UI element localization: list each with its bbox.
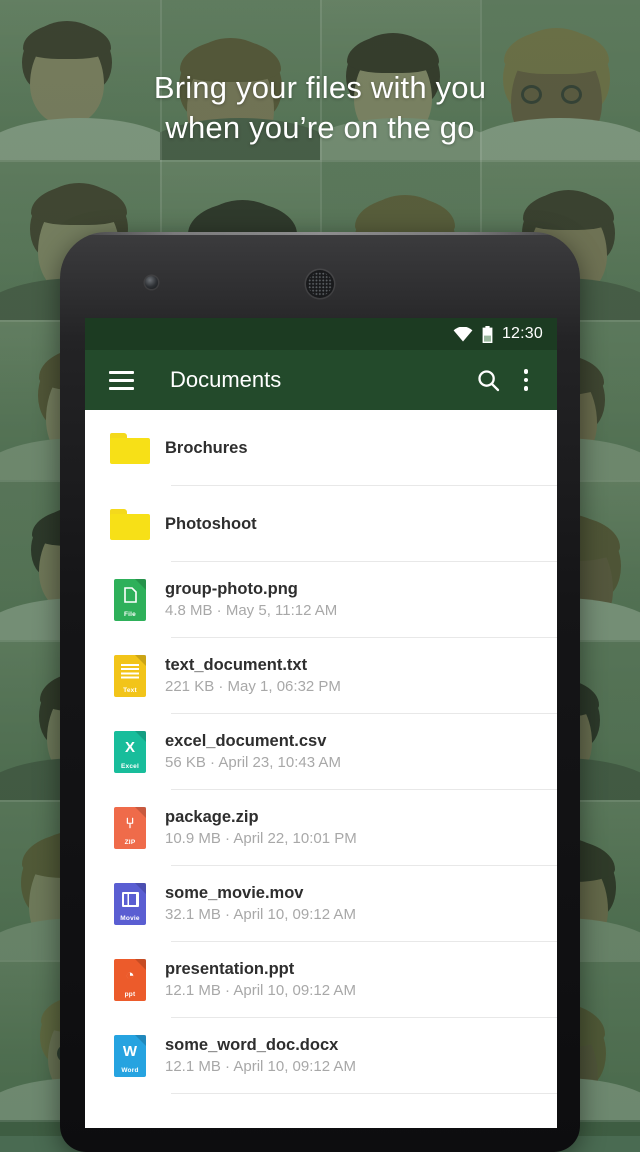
battery-icon	[482, 326, 493, 343]
file-meta: 4.8 MB · May 5, 11:12 AM	[165, 601, 337, 621]
file-row[interactable]: X Excel excel_document.csv56 KB · April 23…	[85, 714, 557, 790]
file-info: presentation.ppt12.1 MB · April 10, 09:1…	[165, 959, 356, 1001]
file-meta: 10.9 MB · April 22, 10:01 PM	[165, 829, 357, 849]
file-type-tag: ZIP	[114, 839, 146, 846]
file-type-tag: Text	[114, 687, 146, 694]
file-info: group-photo.png4.8 MB · May 5, 11:12 AM	[165, 579, 337, 621]
folder-name: Photoshoot	[165, 515, 257, 534]
file-name: presentation.ppt	[165, 959, 356, 980]
file-type-glyph: W	[114, 1043, 146, 1060]
file-list[interactable]: Brochures Photoshoot File group-photo.png4.…	[85, 410, 557, 1128]
file-meta: 221 KB · May 1, 06:32 PM	[165, 677, 341, 697]
file-meta: 32.1 MB · April 10, 09:12 AM	[165, 905, 356, 925]
folder-row[interactable]: Brochures	[85, 410, 557, 486]
row-icon-wrapper: X Excel	[107, 731, 153, 773]
file-name: excel_document.csv	[165, 731, 341, 752]
file-icon-ppt: ◔ ppt	[114, 959, 146, 1001]
file-type-tag: ppt	[114, 991, 146, 998]
file-icon-excel: X Excel	[114, 731, 146, 773]
grid-seam-horizontal	[0, 160, 640, 162]
file-type-tag: Word	[114, 1067, 146, 1074]
row-icon-wrapper: Text	[107, 655, 153, 697]
file-meta: 12.1 MB · April 10, 09:12 AM	[165, 981, 356, 1001]
search-icon[interactable]	[467, 359, 509, 401]
headline-line-1: Bring your files with you	[0, 68, 640, 108]
file-icon-word: W Word	[114, 1035, 146, 1077]
row-icon-wrapper: Movie	[107, 883, 153, 925]
row-icon-wrapper	[107, 433, 153, 464]
file-row[interactable]: ◔ ppt presentation.ppt12.1 MB · April 10, …	[85, 942, 557, 1018]
file-type-tag: Excel	[114, 763, 146, 770]
file-type-glyph: ⑂	[114, 815, 146, 832]
file-row[interactable]: File group-photo.png4.8 MB · May 5, 11:12…	[85, 562, 557, 638]
file-type-tag: Movie	[114, 915, 146, 922]
page-title: Documents	[170, 367, 467, 393]
file-name: some_word_doc.docx	[165, 1035, 356, 1056]
row-icon-wrapper: ⑂ ZIP	[107, 807, 153, 849]
status-bar: 12:30	[85, 318, 557, 350]
file-info: text_document.txt221 KB · May 1, 06:32 P…	[165, 655, 341, 697]
front-camera-icon	[145, 276, 158, 289]
file-icon-movie: Movie	[114, 883, 146, 925]
earpiece-speaker-icon	[306, 270, 334, 298]
file-row[interactable]: Movie some_movie.mov32.1 MB · April 10, 0…	[85, 866, 557, 942]
hamburger-menu-icon[interactable]	[101, 360, 141, 400]
file-meta: 12.1 MB · April 10, 09:12 AM	[165, 1057, 356, 1077]
file-name: group-photo.png	[165, 579, 337, 600]
file-row[interactable]: W Word some_word_doc.docx12.1 MB · April 1…	[85, 1018, 557, 1094]
file-type-glyph: X	[114, 739, 146, 756]
folder-icon	[110, 509, 150, 540]
file-name: text_document.txt	[165, 655, 341, 676]
headline-line-2: when you’re on the go	[0, 108, 640, 148]
file-info: some_word_doc.docx12.1 MB · April 10, 09…	[165, 1035, 356, 1077]
phone-screen: 12:30 Documents Brochures Photoshoot File g…	[85, 318, 557, 1128]
file-info: package.zip10.9 MB · April 22, 10:01 PM	[165, 807, 357, 849]
file-info: some_movie.mov32.1 MB · April 10, 09:12 …	[165, 883, 356, 925]
folder-icon	[110, 433, 150, 464]
row-icon-wrapper: File	[107, 579, 153, 621]
folder-row[interactable]: Photoshoot	[85, 486, 557, 562]
file-row[interactable]: ⑂ ZIP package.zip10.9 MB · April 22, 10:01…	[85, 790, 557, 866]
file-icon-text: Text	[114, 655, 146, 697]
promo-headline: Bring your files with you when you’re on…	[0, 68, 640, 148]
file-info: excel_document.csv56 KB · April 23, 10:4…	[165, 731, 341, 773]
file-icon-generic: File	[114, 579, 146, 621]
row-icon-wrapper: W Word	[107, 1035, 153, 1077]
file-type-tag: File	[114, 611, 146, 618]
app-bar: Documents	[85, 350, 557, 410]
overflow-menu-icon[interactable]	[509, 359, 543, 401]
row-icon-wrapper: ◔ ppt	[107, 959, 153, 1001]
file-type-glyph: ◔	[114, 967, 146, 984]
row-divider	[171, 1093, 557, 1094]
phone-top-bezel	[60, 232, 580, 324]
folder-name: Brochures	[165, 439, 248, 458]
file-meta: 56 KB · April 23, 10:43 AM	[165, 753, 341, 773]
file-icon-zip: ⑂ ZIP	[114, 807, 146, 849]
file-row[interactable]: Text text_document.txt221 KB · May 1, 06:…	[85, 638, 557, 714]
status-bar-clock: 12:30	[502, 325, 543, 343]
wifi-icon	[453, 327, 473, 342]
row-icon-wrapper	[107, 509, 153, 540]
file-name: some_movie.mov	[165, 883, 356, 904]
phone-mockup: 12:30 Documents Brochures Photoshoot File g…	[60, 232, 580, 1152]
file-name: package.zip	[165, 807, 357, 828]
